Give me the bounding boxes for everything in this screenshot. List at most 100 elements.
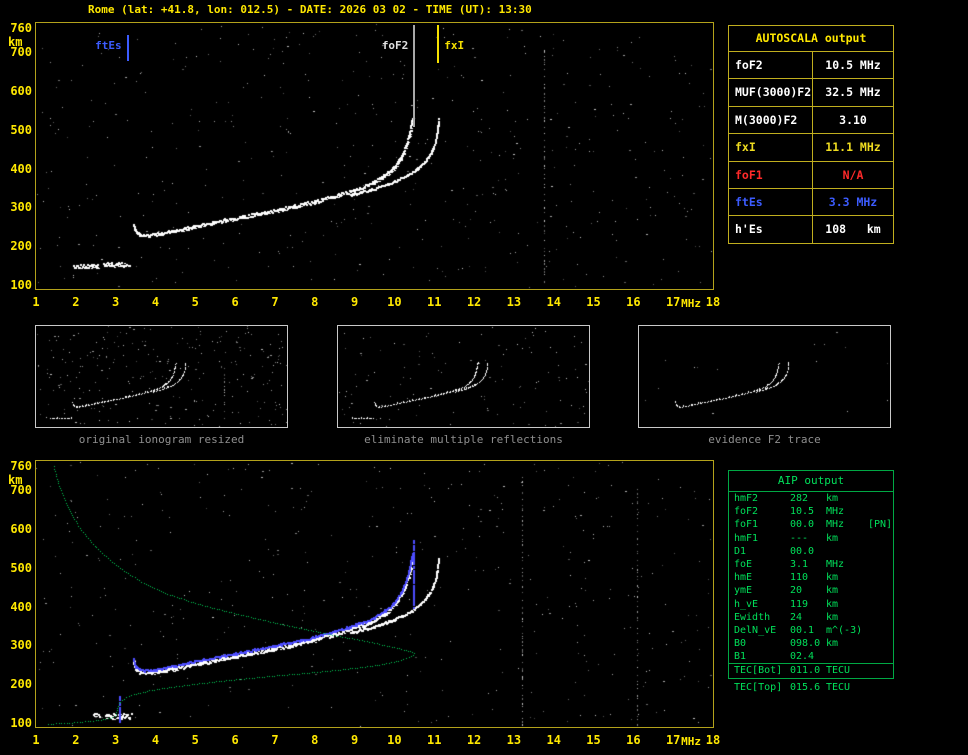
aip-table-rows: hmF2 282 km foF2 10.5 MHz foF1 00.0 MHz [PN] hmF1 -… — [729, 492, 893, 678]
aip-row-value: 119 — [790, 598, 809, 610]
autoscala-row-value: 10.5 MHz — [825, 58, 881, 72]
aip-row-note — [868, 532, 893, 545]
thumbnail-caption-original: original ionogram resized — [78, 433, 245, 446]
y-tick-label: 300 — [10, 200, 32, 215]
x-axis-unit: MHz — [681, 735, 702, 748]
aip-row-label: foF2 — [734, 506, 759, 518]
aip-table-title: AIP output — [729, 471, 893, 492]
x-tick-label: 10 — [387, 295, 402, 309]
bottom-ionogram-plot: 760 700 600 500 400 300 200 100 km 1 2 3 4 5 6 7 8 9 10 11 1… — [8, 460, 720, 748]
marker-line-fxI — [437, 25, 440, 63]
autoscala-output-table: AUTOSCALA output foF2 10.5 MHz MUF(3000)F2… — [728, 25, 894, 244]
x-tick-label: 15 — [586, 295, 601, 309]
x-tick-label: 14 — [546, 295, 561, 309]
aip-row-label: B1 — [734, 651, 747, 663]
aip-row: DelN_vE 00.1 m^(-3) — [729, 624, 893, 637]
aip-outside-unit: TECU — [826, 682, 851, 693]
aip-row-label: hmE — [734, 572, 753, 584]
autoscala-row-label: M(3000)F2 — [729, 106, 813, 134]
aip-row-note — [868, 650, 893, 663]
aip-row-unit — [826, 650, 868, 663]
y-tick-label: 100 — [10, 278, 32, 293]
x-tick-label: 7 — [271, 295, 279, 309]
aip-row-note — [868, 637, 893, 650]
x-tick-label: 4 — [151, 733, 160, 747]
x-tick-label: 16 — [626, 295, 641, 309]
aip-row-note — [868, 611, 893, 624]
aip-row-unit: km — [826, 598, 839, 610]
aip-row-value: 098.0 — [790, 638, 821, 650]
y-tick-label: 500 — [10, 122, 32, 137]
x-tick-label: 15 — [586, 733, 601, 747]
autoscala-row-value: 108 km — [825, 222, 881, 237]
aip-row: foF2 10.5 MHz — [729, 505, 893, 518]
marker-label-ftEs: ftEs — [95, 39, 122, 52]
aip-row: TEC[Bot] 011.0 TECU — [729, 663, 893, 677]
x-tick-label: 3 — [112, 295, 120, 309]
aip-row-note — [868, 624, 893, 637]
y-tick-label: 200 — [10, 239, 32, 254]
y-tick-label: 760 — [10, 21, 32, 36]
aip-row: h_vE 119 km — [729, 598, 893, 611]
thumbnail-original-ionogram — [35, 325, 288, 428]
aip-row-unit: km — [826, 585, 839, 597]
aip-row-value: 00.1 — [790, 624, 815, 636]
aip-row-label: hmF1 — [734, 532, 759, 544]
x-tick-label: 4 — [151, 295, 160, 309]
aip-row-note: [PN] — [868, 519, 893, 531]
x-tick-label: 6 — [231, 733, 239, 747]
y-tick-label: 760 — [10, 459, 32, 474]
autoscala-row-value: 11.1 MHz — [825, 140, 881, 155]
aip-row: D1 00.0 — [729, 545, 893, 558]
aip-row-note — [868, 558, 893, 571]
x-tick-label: 11 — [427, 295, 442, 309]
aip-row-unit: MHz — [826, 558, 845, 570]
thumbnail-eliminate-reflections — [337, 325, 590, 428]
x-tick-label: 6 — [231, 295, 239, 309]
thumbnail-eliminate-canvas — [338, 326, 589, 427]
aip-row-label: TEC[Bot] — [734, 665, 783, 677]
x-tick-label: 9 — [350, 733, 359, 747]
aip-row-note — [868, 545, 893, 558]
x-tick-label: 11 — [427, 733, 442, 747]
autoscala-row: foF1 N/A — [729, 161, 893, 189]
y-tick-label: 400 — [10, 599, 32, 614]
aip-row-value: 24 — [790, 611, 803, 623]
x-tick-label: 9 — [350, 295, 359, 309]
autoscala-row-label: h'Es — [729, 216, 813, 243]
aip-row-label: h_vE — [734, 598, 759, 610]
x-tick-label: 8 — [311, 733, 319, 747]
aip-row-note — [868, 571, 893, 584]
x-tick-label: 5 — [191, 733, 199, 747]
y-tick-label: 500 — [10, 560, 32, 575]
aip-row-value: 3.1 — [790, 558, 809, 570]
aip-row-value: 00.0 — [790, 519, 815, 531]
x-tick-label: 13 — [506, 733, 522, 747]
aip-row-label: D1 — [734, 545, 747, 557]
aip-row-value: 011.0 — [790, 665, 821, 677]
autoscala-window: Rome (lat: +41.8, lon: 012.5) - DATE: 20… — [0, 0, 968, 755]
autoscala-row-label: fxI — [729, 134, 813, 161]
aip-row-label: DelN_vE — [734, 624, 777, 636]
autoscala-table-rows: foF2 10.5 MHz MUF(3000)F2 32.5 MHz M(3000)F2… — [729, 52, 893, 243]
page-title: Rome (lat: +41.8, lon: 012.5) - DATE: 20… — [88, 3, 532, 16]
aip-row-unit: km — [826, 638, 839, 650]
x-tick-label: 2 — [72, 733, 80, 747]
x-tick-label: 2 — [72, 295, 80, 309]
aip-row-value: 00.0 — [790, 545, 815, 557]
aip-row-label: foF1 — [734, 519, 759, 531]
thumbnail-f2-canvas — [639, 326, 890, 427]
autoscala-row: fxI 11.1 MHz — [729, 134, 893, 162]
aip-row: foF1 00.0 MHz [PN] — [729, 518, 893, 531]
aip-row-label: B0 — [734, 638, 747, 650]
bottom-ionogram-canvas — [36, 461, 713, 727]
x-tick-label: 7 — [271, 733, 279, 747]
aip-outside-label: TEC[Top] — [734, 682, 783, 693]
aip-row-note — [868, 492, 893, 505]
marker-line-foF2 — [413, 25, 416, 127]
aip-row-value: 20 — [790, 585, 803, 597]
aip-row: B1 02.4 — [729, 650, 893, 663]
aip-output-table: AIP output hmF2 282 km foF2 10.5 MHz foF1 00.0 M… — [728, 470, 894, 679]
x-tick-label: 18 — [705, 295, 721, 309]
aip-row-note — [868, 664, 893, 677]
